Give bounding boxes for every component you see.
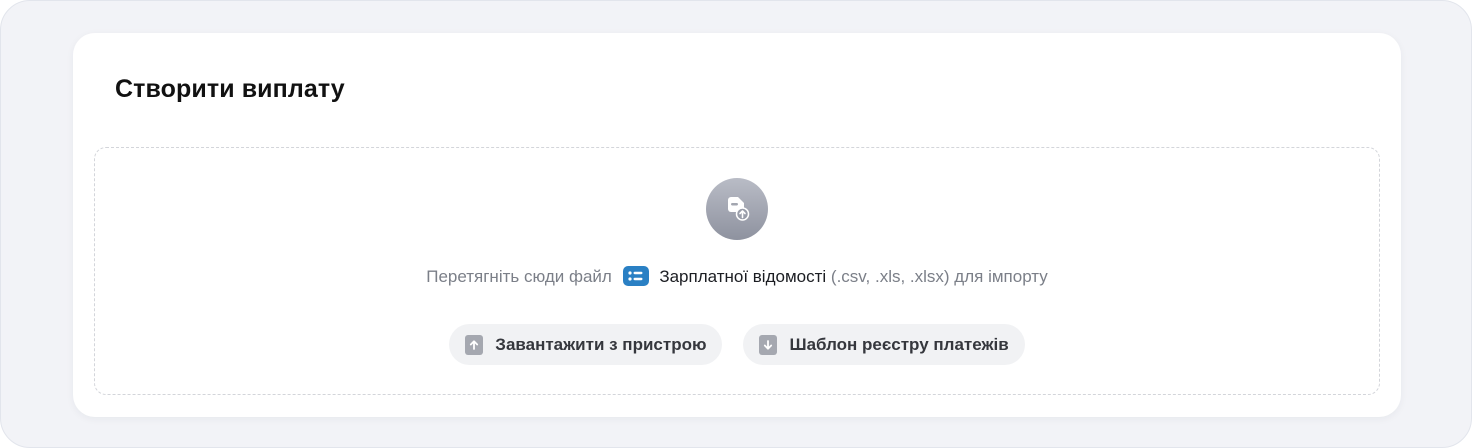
- payment-template-label: Шаблон реєстру платежів: [789, 334, 1009, 354]
- page-title: Створити виплату: [115, 75, 345, 103]
- document-type-name: Зарплатної відомості: [659, 267, 827, 286]
- page-frame: Створити виплату Перетягніть сюди файл З…: [0, 0, 1472, 448]
- create-payment-card: Створити виплату Перетягніть сюди файл З…: [73, 33, 1401, 417]
- dropzone-text-before: Перетягніть сюди файл: [426, 267, 612, 286]
- arrow-down-icon: [759, 334, 778, 355]
- upload-from-device-button[interactable]: Завантажити з пристрою: [449, 324, 723, 365]
- arrow-up-icon: [465, 334, 484, 355]
- dropzone-instructions: Перетягніть сюди файл Зарплатної відомос…: [95, 264, 1379, 290]
- payment-template-button[interactable]: Шаблон реєстру платежів: [743, 324, 1025, 365]
- dropzone-actions: Завантажити з пристрою Шаблон реєстру пл…: [95, 324, 1379, 365]
- file-dropzone[interactable]: Перетягніть сюди файл Зарплатної відомос…: [94, 147, 1380, 395]
- list-document-icon: [622, 266, 649, 286]
- dropzone-text-after: (.csv, .xls, .xlsx) для імпорту: [830, 267, 1048, 286]
- file-upload-icon: [706, 178, 768, 240]
- upload-from-device-label: Завантажити з пристрою: [495, 334, 707, 354]
